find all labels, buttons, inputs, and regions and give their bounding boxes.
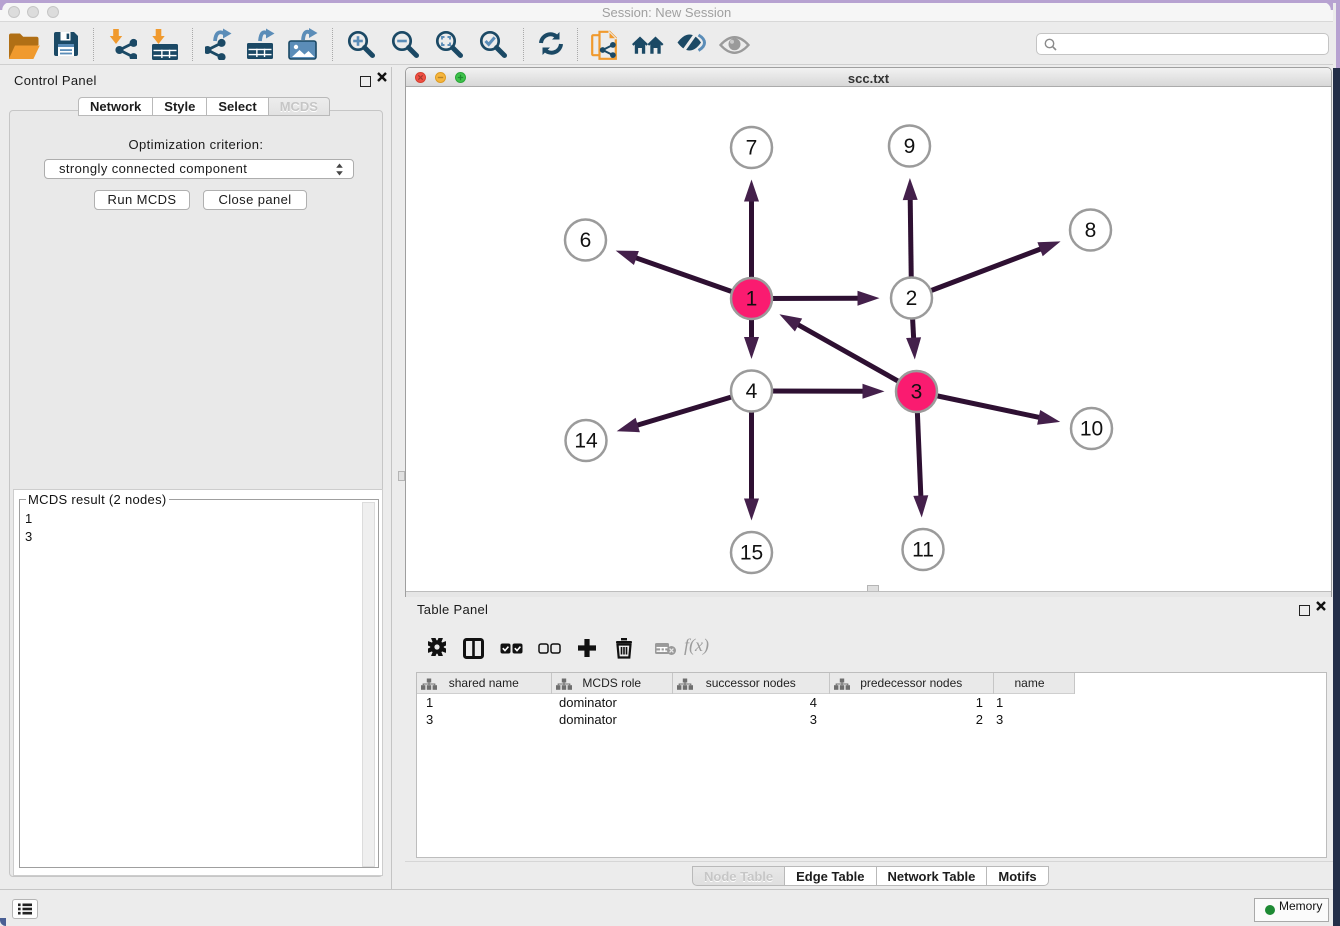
svg-text:2: 2 [906, 287, 918, 310]
svg-text:3: 3 [911, 381, 923, 404]
svg-text:7: 7 [746, 137, 758, 160]
svg-text:4: 4 [746, 380, 758, 403]
svg-text:14: 14 [574, 430, 598, 453]
svg-text:6: 6 [580, 229, 592, 252]
svg-text:9: 9 [904, 135, 916, 158]
svg-text:10: 10 [1080, 418, 1103, 441]
svg-text:11: 11 [912, 539, 934, 562]
svg-text:15: 15 [740, 542, 763, 565]
svg-text:8: 8 [1085, 219, 1097, 242]
svg-text:1: 1 [746, 288, 758, 311]
